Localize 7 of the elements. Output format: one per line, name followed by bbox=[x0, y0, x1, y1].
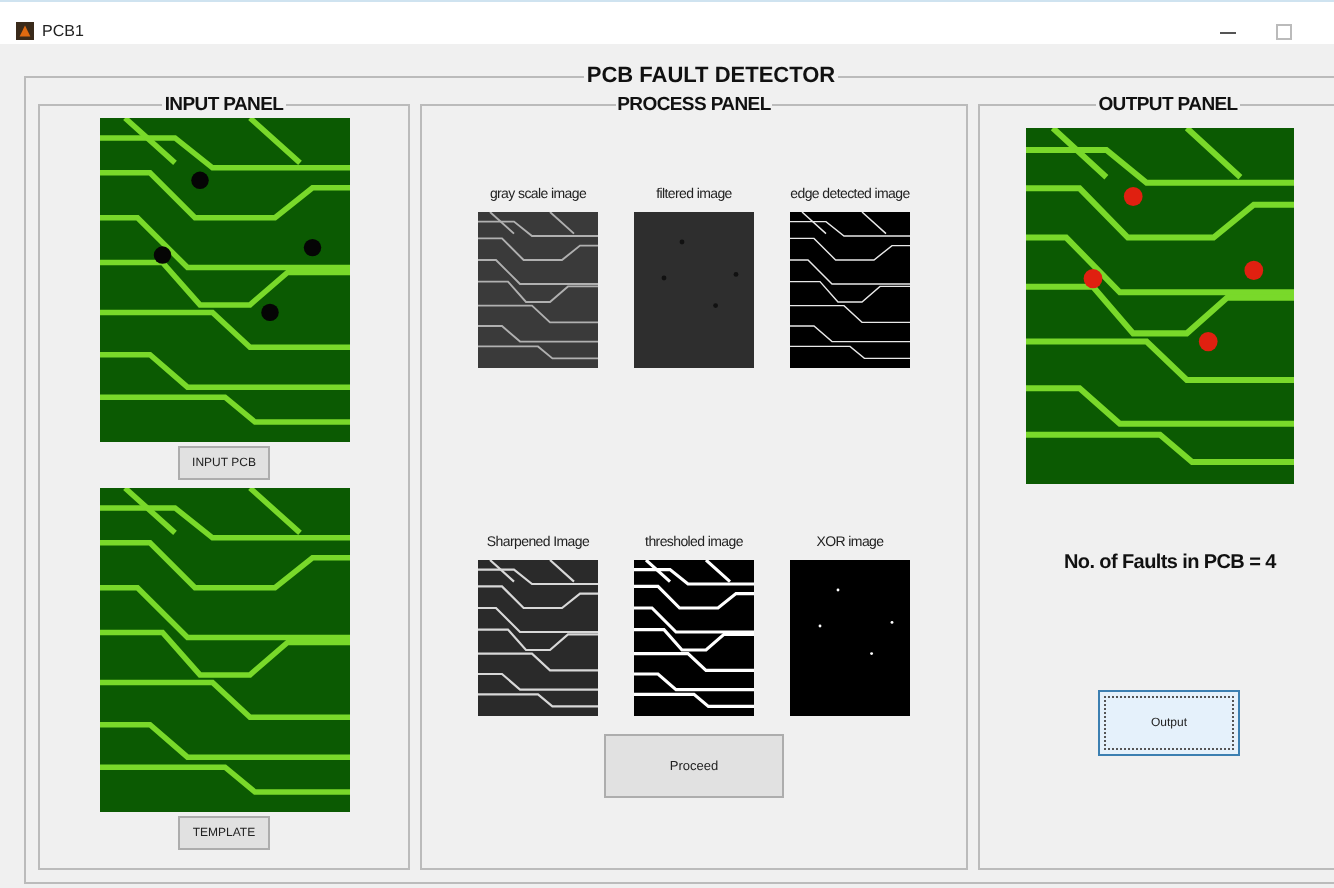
fault-count: No. of Faults in PCB = 4 bbox=[1064, 552, 1276, 574]
panel-title: INPUT PANEL bbox=[162, 94, 286, 116]
window-title: PCB1 bbox=[42, 22, 84, 40]
panel-title: OUTPUT PANEL bbox=[1096, 94, 1240, 116]
panel-title: PROCESS PANEL bbox=[615, 94, 773, 116]
app-icon bbox=[16, 22, 34, 40]
app-title: PCB FAULT DETECTOR bbox=[584, 64, 838, 88]
